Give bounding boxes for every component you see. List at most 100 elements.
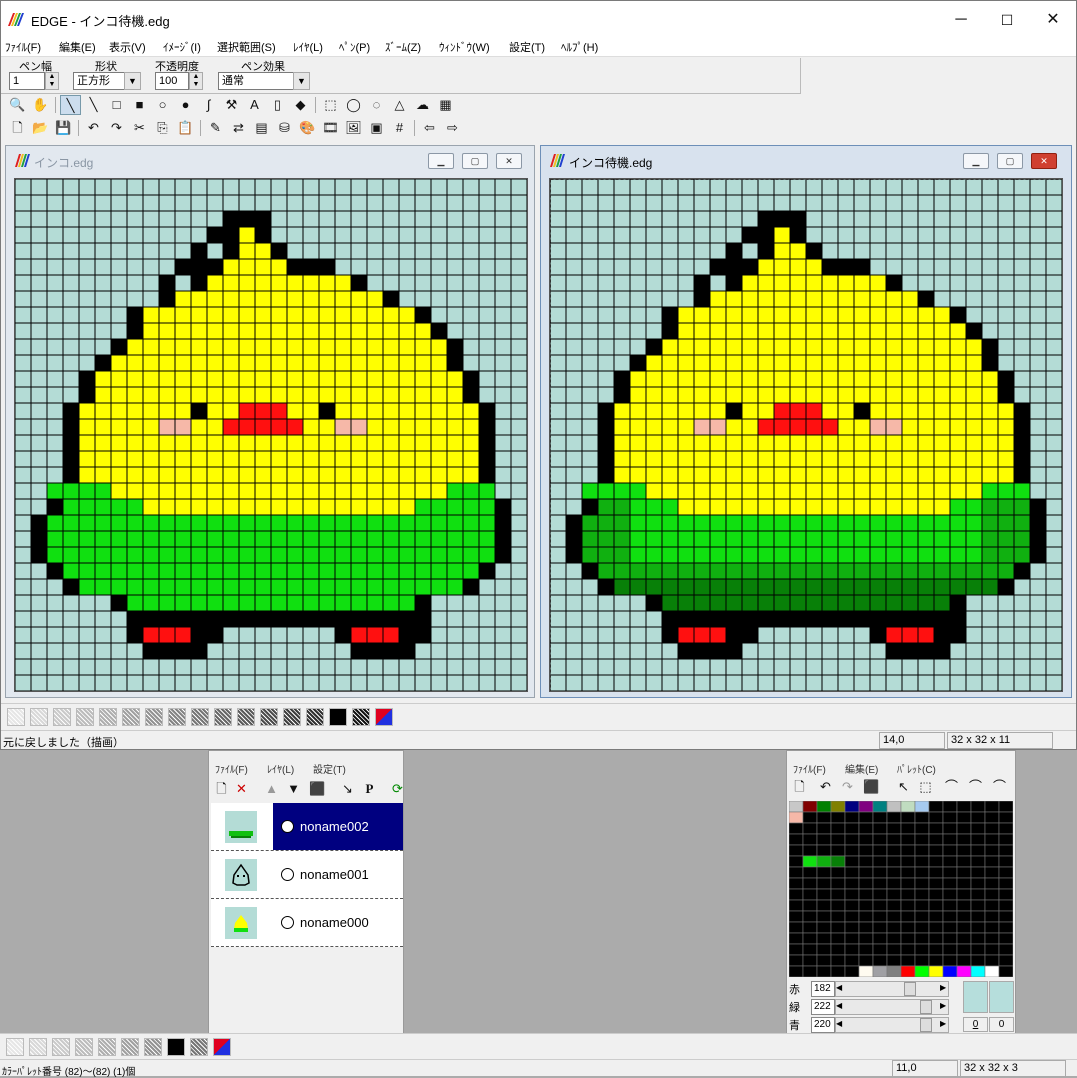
palette-swatch[interactable] [900,811,916,824]
palette-swatch[interactable] [998,866,1013,879]
visibility-circle-icon[interactable] [281,916,294,929]
palette-swatch[interactable] [858,910,874,923]
menu-file[interactable]: ﾌｧｲﾙ(F) [5,39,41,55]
layer-row-noname000[interactable]: noname000 [211,899,403,947]
palette-swatch[interactable] [900,855,916,868]
save-icon[interactable]: 💾 [53,118,74,138]
palette-swatch[interactable] [830,965,846,977]
palette-swatch[interactable] [844,954,860,967]
palette-swatch[interactable] [816,822,832,835]
palette-swatch[interactable] [886,932,902,945]
pen-pattern-swatch[interactable] [30,708,48,726]
palette-swatch[interactable] [789,921,804,934]
palette-swatch[interactable] [970,833,986,846]
palette-swatch[interactable] [970,888,986,901]
palette-swatch[interactable] [858,866,874,879]
palette-swatch[interactable] [998,965,1013,977]
menu-zoom[interactable]: ｽﾞｰﾑ(Z) [385,39,421,55]
stripes-icon[interactable]: ▤ [251,118,272,138]
stamp-icon[interactable]: ⛁ [274,118,295,138]
palette-swatch[interactable] [928,811,944,824]
palette-swatch[interactable] [802,833,818,846]
palette-swatch[interactable] [886,866,902,879]
palette-swatch[interactable] [830,855,846,868]
palette-swatch[interactable] [830,954,846,967]
palette-swatch[interactable] [928,801,944,813]
palette-swatch[interactable] [900,954,916,967]
move-down-icon[interactable]: ▼ [283,779,304,799]
copy-icon[interactable]: ⎘ [152,118,173,138]
palette-swatch[interactable] [872,899,888,912]
redo-icon[interactable]: ↷ [837,777,858,797]
open-icon[interactable]: 📂 [30,118,51,138]
palette-swatch[interactable] [802,866,818,879]
palette-swatch[interactable] [914,855,930,868]
pen-effect-dropdown-icon[interactable]: ▼ [293,72,310,90]
palette-swatch[interactable] [858,888,874,901]
palette-swatch[interactable] [900,899,916,912]
palette-swatch[interactable] [956,833,972,846]
palette-swatch[interactable] [984,877,1000,890]
palette-swatch[interactable] [914,844,930,857]
palette-swatch[interactable] [998,899,1013,912]
palette-swatch[interactable] [830,910,846,923]
palette-swatch[interactable] [858,822,874,835]
palette-swatch[interactable] [942,943,958,956]
palette-swatch[interactable] [970,899,986,912]
palette-swatch[interactable] [830,921,846,934]
palette-swatch[interactable] [956,801,972,813]
palette-swatch[interactable] [844,943,860,956]
palette-swatch[interactable] [789,833,804,846]
palette-swatch[interactable] [928,954,944,967]
palette-swatch[interactable] [816,932,832,945]
palette-swatch[interactable] [914,822,930,835]
palette-swatch[interactable] [970,855,986,868]
visibility-circle-icon[interactable] [281,868,294,881]
palette-swatch[interactable] [900,910,916,923]
palette-swatch[interactable] [984,921,1000,934]
palette-swatch[interactable] [858,844,874,857]
palette-swatch[interactable] [928,833,944,846]
palette-swatch[interactable] [970,943,986,956]
palette-swatch[interactable] [984,910,1000,923]
palette-swatch[interactable] [830,822,846,835]
palette-swatch[interactable] [844,921,860,934]
replace-icon[interactable]: ⇄ [228,118,249,138]
palette-swatch[interactable] [802,877,818,890]
image-icon[interactable]: 🖼 [343,118,364,138]
gradient2-icon[interactable]: ⌒ [965,777,986,797]
red-slider[interactable]: ◀ ▶ [835,981,949,997]
layers-menu-file[interactable]: ﾌｧｲﾙ(F) [215,761,248,776]
palette-swatch[interactable] [886,921,902,934]
palette-swatch[interactable] [914,899,930,912]
palette-swatch[interactable] [872,844,888,857]
grid-icon[interactable]: # [389,118,410,138]
pen-pattern-swatch[interactable] [352,708,370,726]
line-icon[interactable]: ╲ [83,95,104,115]
palette-swatch[interactable] [942,877,958,890]
palette-swatch[interactable] [928,855,944,868]
polygon-select-icon[interactable]: △ [389,95,410,115]
gradient3-icon[interactable]: ⌒ [989,777,1010,797]
palette-swatch[interactable] [970,965,986,977]
palette-swatch[interactable] [984,855,1000,868]
pen-pattern-swatch[interactable] [306,708,324,726]
palette-swatch[interactable] [970,822,986,835]
palette-swatch[interactable] [886,833,902,846]
palette-swatch[interactable] [816,801,832,813]
palette-swatch[interactable] [858,965,874,977]
palette-swatch[interactable] [984,943,1000,956]
palette-swatch[interactable] [956,888,972,901]
palette-swatch[interactable] [914,910,930,923]
lasso-icon[interactable]: ◌ [366,95,387,115]
palette-swatch[interactable] [816,921,832,934]
palette-swatch[interactable] [802,844,818,857]
rect-outline-icon[interactable]: □ [106,95,127,115]
palette-swatch[interactable] [886,811,902,824]
palette-swatch[interactable] [872,910,888,923]
palette-swatch[interactable] [998,801,1013,813]
palette-swatch[interactable] [816,943,832,956]
palette-swatch[interactable] [984,932,1000,945]
visibility-circle-icon[interactable] [281,820,294,833]
menu-edit[interactable]: 編集(E) [59,39,96,55]
